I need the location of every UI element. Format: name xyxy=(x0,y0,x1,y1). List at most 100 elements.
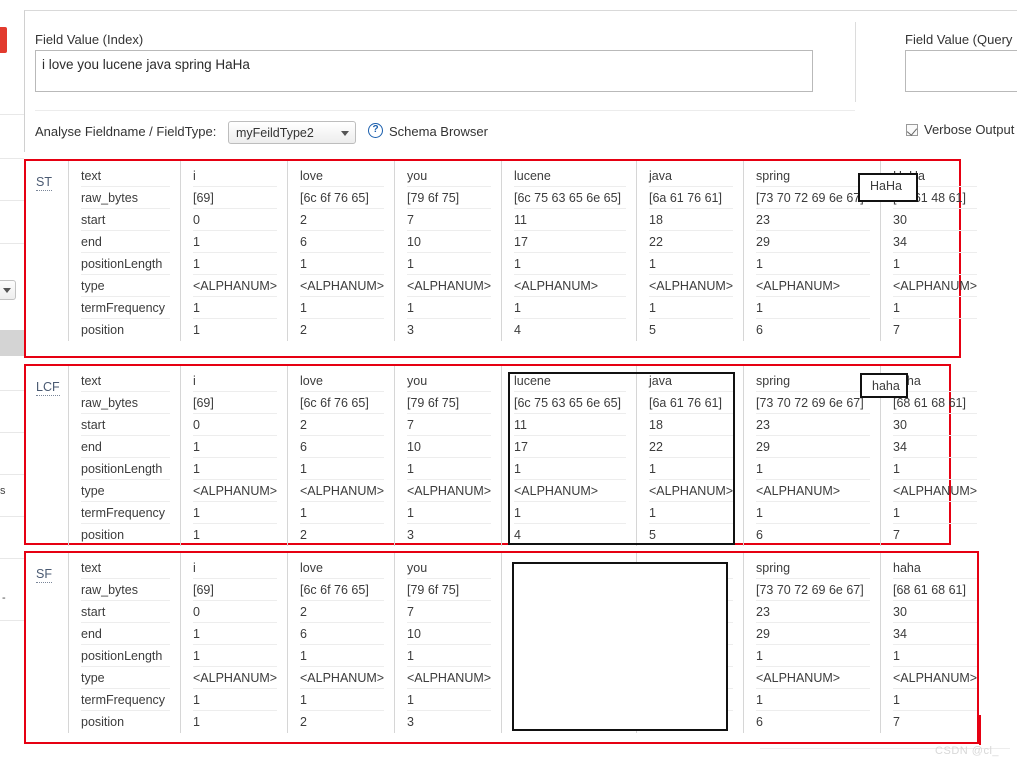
sidebar-selected-row[interactable] xyxy=(0,330,24,356)
token-end: 10 xyxy=(407,231,491,253)
token-type: <ALPHANUM> xyxy=(514,480,626,502)
highlight-box-token-haha: haha xyxy=(860,373,908,398)
token-type: <ALPHANUM> xyxy=(407,275,491,297)
token-term-frequency: 1 xyxy=(514,502,626,524)
help-icon[interactable]: ? xyxy=(368,123,383,138)
analyzer-abbr-lcf[interactable]: LCF xyxy=(36,380,60,396)
attribute-name-column: text raw_bytes start end positionLength … xyxy=(68,553,180,733)
token-type: <ALPHANUM> xyxy=(300,480,384,502)
token-text: love xyxy=(300,370,384,392)
token-start: 30 xyxy=(893,601,977,623)
chevron-down-icon xyxy=(341,131,349,136)
field-value-index-input[interactable] xyxy=(35,50,813,92)
form-vertical-divider xyxy=(855,22,856,102)
token-type: <ALPHANUM> xyxy=(514,275,626,297)
token-column: i [69] 0 1 1 <ALPHANUM> 1 1 xyxy=(180,366,287,546)
fieldtype-select-value: myFeildType2 xyxy=(236,126,314,140)
token-type: <ALPHANUM> xyxy=(893,667,977,689)
token-text: i xyxy=(193,165,277,187)
token-type: <ALPHANUM> xyxy=(893,275,977,297)
analysis-section-st: ST text raw_bytes start end positionLeng… xyxy=(24,159,977,358)
token-type: <ALPHANUM> xyxy=(407,480,491,502)
token-position: 1 xyxy=(193,528,200,542)
attr-term-frequency: termFrequency xyxy=(81,297,170,319)
token-type: <ALPHANUM> xyxy=(893,480,977,502)
verbose-output-toggle[interactable]: Verbose Output xyxy=(906,122,1014,137)
token-text: java xyxy=(649,165,733,187)
token-position-length: 1 xyxy=(300,458,384,480)
sidebar-select[interactable] xyxy=(0,280,16,300)
sidebar-truncated-text: s xyxy=(0,485,6,497)
token-raw-bytes: [79 6f 75] xyxy=(407,187,491,209)
token-start: 18 xyxy=(649,209,733,231)
token-position: 5 xyxy=(649,528,656,542)
token-start: 0 xyxy=(193,414,277,436)
token-end: 34 xyxy=(893,231,977,253)
token-end: 17 xyxy=(514,231,626,253)
token-raw-bytes: [6a 61 76 61] xyxy=(649,187,733,209)
analyzer-abbr-cell: LCF xyxy=(26,366,68,396)
token-text: i xyxy=(193,557,277,579)
token-text: spring xyxy=(756,165,870,187)
token-position: 6 xyxy=(756,528,763,542)
token-start: 11 xyxy=(514,209,626,231)
token-end: 6 xyxy=(300,623,384,645)
token-type: <ALPHANUM> xyxy=(649,275,733,297)
token-type: <ALPHANUM> xyxy=(300,275,384,297)
analysis-grid-sf: SF text raw_bytes start end positionLeng… xyxy=(26,553,987,742)
token-start: 2 xyxy=(300,414,384,436)
token-type: <ALPHANUM> xyxy=(756,275,870,297)
token-end: 29 xyxy=(756,231,870,253)
token-term-frequency: 1 xyxy=(407,502,491,524)
token-column: love [6c 6f 76 65] 2 6 1 <ALPHANUM> 1 2 xyxy=(287,161,394,341)
token-column: love [6c 6f 76 65] 2 6 1 <ALPHANUM> 1 2 xyxy=(287,553,394,733)
token-term-frequency: 1 xyxy=(893,297,977,319)
analyzer-abbr-st[interactable]: ST xyxy=(36,175,52,191)
attr-position-length: positionLength xyxy=(81,458,170,480)
token-raw-bytes: [68 61 68 61] xyxy=(893,579,977,601)
token-raw-bytes: [6c 75 63 65 6e 65] xyxy=(514,187,626,209)
token-raw-bytes: [79 6f 75] xyxy=(407,579,491,601)
token-position-length: 1 xyxy=(649,253,733,275)
attribute-name-column: text raw_bytes start end positionLength … xyxy=(68,161,180,341)
token-position-length: 1 xyxy=(300,253,384,275)
token-column: i [69] 0 1 1 <ALPHANUM> 1 1 xyxy=(180,553,287,733)
token-column: java [6a 61 76 61] 18 22 1 <ALPHANUM> 1 … xyxy=(636,161,743,341)
analyse-fieldname-label: Analyse Fieldname / FieldType: xyxy=(35,124,217,139)
token-start: 11 xyxy=(514,414,626,436)
cover-box-lucene-java xyxy=(512,562,728,731)
token-type: <ALPHANUM> xyxy=(756,480,870,502)
watermark-red-mark xyxy=(979,715,981,745)
token-position: 4 xyxy=(514,323,521,337)
token-position-length: 1 xyxy=(300,645,384,667)
attr-raw-bytes: raw_bytes xyxy=(81,579,170,601)
token-position-length: 1 xyxy=(893,253,977,275)
attr-type: type xyxy=(81,275,170,297)
analyzer-abbr-sf[interactable]: SF xyxy=(36,567,52,583)
form-horizontal-divider xyxy=(35,110,855,111)
schema-browser-link[interactable]: Schema Browser xyxy=(389,124,488,139)
token-position: 6 xyxy=(756,323,763,337)
token-start: 0 xyxy=(193,601,277,623)
token-type: <ALPHANUM> xyxy=(407,667,491,689)
attr-text: text xyxy=(81,370,170,392)
token-column: love [6c 6f 76 65] 2 6 1 <ALPHANUM> 1 2 xyxy=(287,366,394,546)
token-position-length: 1 xyxy=(514,253,626,275)
token-start: 23 xyxy=(756,601,870,623)
attr-type: type xyxy=(81,667,170,689)
token-end: 29 xyxy=(756,623,870,645)
attr-position-length: positionLength xyxy=(81,253,170,275)
token-position: 7 xyxy=(893,528,900,542)
token-position-length: 1 xyxy=(893,458,977,480)
attr-term-frequency: termFrequency xyxy=(81,502,170,524)
token-position-length: 1 xyxy=(407,458,491,480)
token-position-length: 1 xyxy=(514,458,626,480)
token-start: 7 xyxy=(407,414,491,436)
fieldtype-select[interactable]: myFeildType2 xyxy=(228,121,356,144)
attr-position: position xyxy=(81,323,125,337)
token-text: love xyxy=(300,557,384,579)
field-value-query-input[interactable] xyxy=(905,50,1017,92)
verbose-output-checkbox[interactable] xyxy=(906,123,918,136)
attr-start: start xyxy=(81,601,170,623)
token-column: spring [73 70 72 69 6e 67] 23 29 1 <ALPH… xyxy=(743,553,880,733)
